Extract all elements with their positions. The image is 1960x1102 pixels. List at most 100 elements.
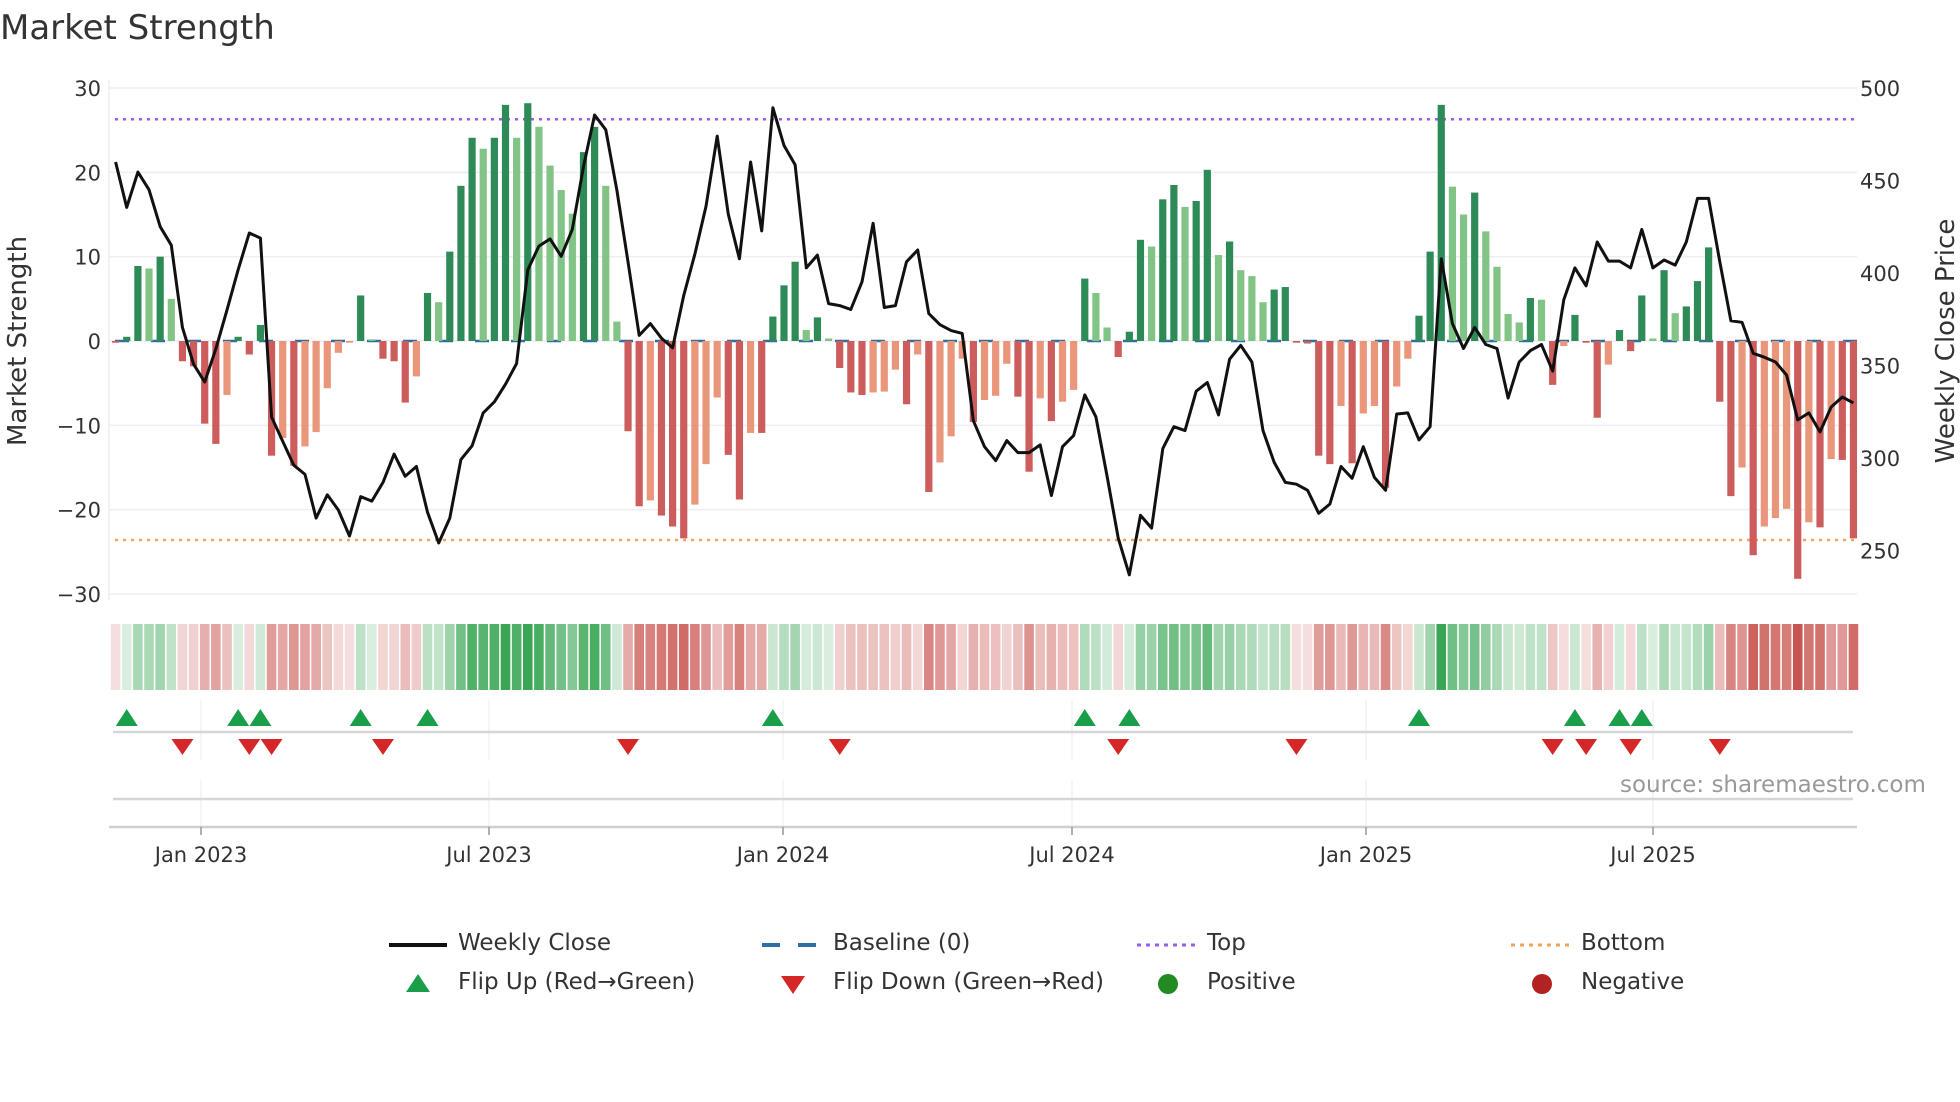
heat-cell — [188, 624, 199, 690]
strength-bar — [791, 261, 799, 341]
x-tick-label: Jan 2023 — [153, 843, 248, 867]
strength-bar — [758, 341, 766, 433]
heat-cell — [1291, 624, 1302, 690]
heat-cell — [556, 624, 566, 690]
strength-bar — [134, 265, 142, 341]
heat-cell — [121, 624, 132, 690]
strength-bar — [591, 126, 599, 341]
y2-tick-label: 350 — [1860, 354, 1900, 378]
strength-bar — [334, 341, 342, 353]
strength-bar — [357, 295, 365, 341]
heat-cell — [712, 624, 722, 690]
strength-bar — [602, 185, 610, 341]
strength-bar — [1738, 341, 1746, 468]
heat-cell — [400, 624, 411, 690]
heat-cell — [511, 624, 522, 690]
heat-cell — [1770, 624, 1781, 690]
heat-cell — [1347, 624, 1357, 690]
heat-cell — [478, 624, 489, 690]
strength-bar — [312, 341, 320, 433]
x-tick-label: Jul 2024 — [1027, 843, 1114, 867]
heat-cell — [166, 624, 177, 690]
flip-down-marker — [1285, 739, 1308, 755]
strength-bar — [858, 341, 866, 395]
heat-cell — [266, 624, 277, 690]
strength-bar — [1660, 270, 1668, 341]
heat-cell — [1302, 624, 1313, 690]
strength-bar — [902, 341, 911, 405]
source-credit: source: sharemaestro.com — [1620, 772, 1926, 798]
strength-bar — [1148, 246, 1156, 341]
heat-cell — [1180, 624, 1190, 690]
strength-bar — [925, 341, 933, 492]
strength-bar — [1504, 314, 1512, 341]
strength-bar — [457, 185, 465, 341]
heat-cell — [667, 624, 678, 690]
heat-cell — [1781, 624, 1792, 690]
strength-bar — [635, 341, 643, 507]
strength-bar — [535, 126, 543, 341]
heat-cell — [1536, 624, 1547, 690]
heat-cell — [1124, 624, 1135, 690]
strength-bar — [1203, 169, 1211, 341]
heat-cell — [244, 624, 255, 690]
strength-bar — [1248, 276, 1256, 341]
heat-cell — [589, 624, 600, 690]
heat-cell — [1714, 624, 1725, 690]
heat-cell — [1024, 624, 1034, 690]
flip-down-marker — [1708, 739, 1731, 755]
heat-cell — [1258, 624, 1268, 690]
heat-cell — [422, 624, 433, 690]
strength-bar — [234, 336, 242, 341]
strength-bar — [769, 316, 777, 341]
y-tick-label: −30 — [57, 583, 101, 607]
heat-cell — [1726, 624, 1736, 690]
heat-cell — [567, 624, 578, 690]
flip-up-marker — [349, 709, 372, 726]
heat-cell — [678, 624, 689, 690]
strength-bar — [1604, 341, 1612, 365]
flip-down-marker — [617, 739, 640, 755]
heat-cell — [1169, 624, 1179, 690]
heat-cell — [1592, 624, 1603, 690]
strength-bar — [1136, 239, 1145, 341]
strength-bar — [1081, 278, 1089, 341]
strength-bar — [1705, 247, 1713, 341]
heat-cell — [812, 624, 823, 690]
y-tick-label: −10 — [57, 414, 101, 438]
heat-cell — [378, 624, 388, 690]
strength-bar — [1582, 341, 1590, 343]
heat-cell — [534, 624, 544, 690]
heat-cell — [1035, 624, 1046, 690]
heat-cell — [1759, 624, 1770, 690]
heat-cell — [912, 624, 923, 690]
heat-cell — [1325, 624, 1335, 690]
flip-up-marker — [416, 709, 439, 726]
flip-down-marker — [171, 739, 194, 755]
heat-cell — [1469, 624, 1480, 690]
heat-cell — [1135, 624, 1146, 690]
y-tick-label: 30 — [74, 77, 101, 101]
strength-bar — [1315, 341, 1323, 456]
heat-cell — [1091, 624, 1101, 690]
heat-cell — [1313, 624, 1324, 690]
heat-cell — [1213, 624, 1224, 690]
strength-bar — [513, 137, 521, 341]
strength-bar — [947, 341, 955, 437]
heat-cell — [1614, 624, 1625, 690]
heat-cell — [1748, 624, 1758, 690]
heat-cell — [1804, 624, 1814, 690]
legend-bottom: Bottom — [1581, 930, 1666, 956]
strength-bar — [1526, 297, 1534, 341]
top-legend-icon — [1137, 943, 1195, 947]
heat-cell — [745, 624, 756, 690]
strength-bar — [401, 341, 409, 403]
heat-cell — [545, 624, 555, 690]
strength-bar — [1727, 341, 1735, 497]
heat-cell — [790, 624, 800, 690]
y2-axis-title: Weekly Close Price — [1931, 219, 1960, 464]
heat-cell — [734, 624, 745, 690]
strength-bar — [1036, 341, 1044, 399]
strength-bar — [1092, 292, 1100, 341]
heat-cell — [1559, 624, 1569, 690]
